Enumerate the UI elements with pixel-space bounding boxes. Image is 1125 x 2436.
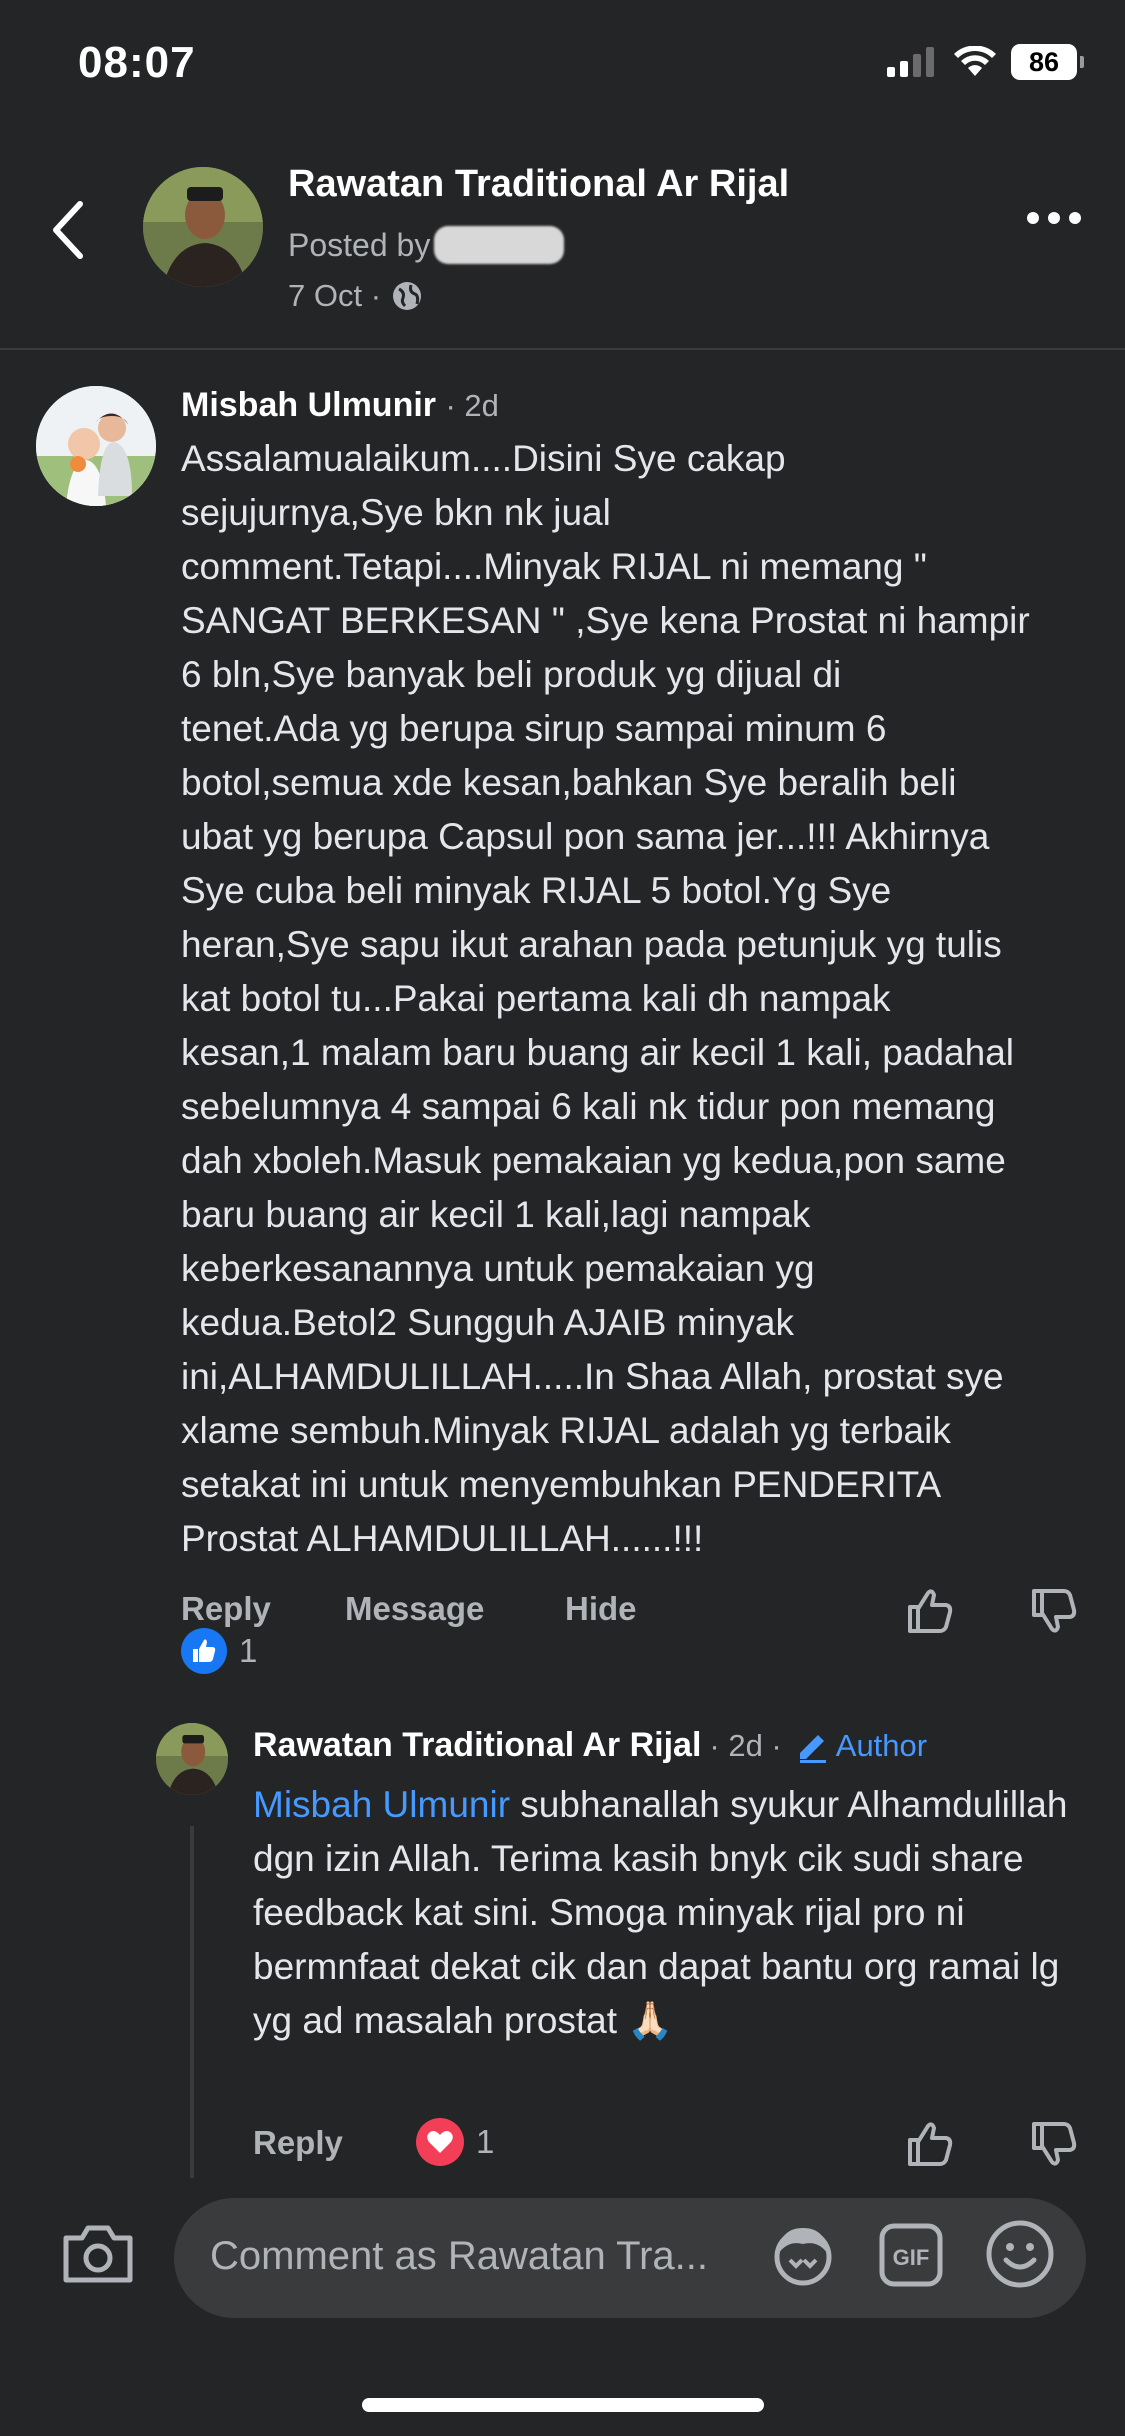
svg-text:GIF: GIF (893, 2245, 930, 2270)
reply-time: · 2d · (709, 1727, 782, 1763)
avatar-image (156, 1723, 228, 1795)
battery-icon: 86 (1011, 44, 1084, 80)
gif-icon: GIF (879, 2223, 943, 2287)
message-button[interactable]: Message (345, 1590, 484, 1628)
camera-button[interactable] (60, 2222, 136, 2291)
posted-by-label: Posted by (288, 226, 431, 263)
status-icons: 86 (887, 44, 1084, 80)
camera-icon (63, 2225, 133, 2283)
reply-avatar[interactable] (156, 1723, 228, 1795)
reaction-count: 1 (476, 2123, 495, 2160)
comment-time: · 2d (445, 388, 499, 423)
avatar-image (36, 386, 156, 506)
status-time: 08:07 (78, 38, 196, 87)
like-button[interactable] (904, 2118, 956, 2175)
dot-icon (1027, 212, 1039, 224)
back-button[interactable] (40, 190, 100, 270)
thread-line (190, 1826, 194, 2178)
emoji-button[interactable] (984, 2218, 1056, 2295)
hide-button[interactable]: Hide (565, 1590, 637, 1628)
avatar-sticker-button[interactable] (768, 2220, 838, 2295)
like-reaction-icon (181, 1628, 227, 1674)
pencil-icon (799, 1734, 826, 1763)
signal-icon (887, 47, 934, 77)
thumbs-down-icon (1032, 2122, 1077, 2166)
avatar-sticker-icon (774, 2228, 832, 2286)
dot-icon (1069, 212, 1081, 224)
comment-input-placeholder[interactable]: Comment as Rawatan Tra... (210, 2234, 708, 2279)
globe-icon (393, 282, 422, 310)
love-reaction-icon (416, 2118, 464, 2166)
reaction-summary[interactable]: 1 (181, 1628, 257, 1674)
dislike-button[interactable] (1028, 1585, 1080, 1642)
reply-button[interactable]: Reply (181, 1590, 271, 1628)
reply-header: Rawatan Traditional Ar Rijal · 2d · Auth… (253, 1726, 927, 1765)
commenter-avatar[interactable] (36, 386, 156, 506)
mention-link[interactable]: Misbah Ulmunir (253, 1784, 510, 1825)
home-indicator (362, 2398, 764, 2412)
comment-author-name[interactable]: Misbah Ulmunir (181, 386, 436, 424)
header-divider (0, 348, 1125, 350)
dot-icon (1048, 212, 1060, 224)
dislike-button[interactable] (1028, 2118, 1080, 2175)
wifi-icon (954, 46, 996, 76)
reply-author[interactable]: Rawatan Traditional Ar Rijal (253, 1726, 701, 1765)
smiley-icon (986, 2220, 1054, 2288)
more-options-button[interactable] (1027, 212, 1081, 224)
page-title[interactable]: Rawatan Traditional Ar Rijal (288, 163, 789, 206)
redacted-name (434, 226, 565, 264)
thumbs-down-icon (1032, 1589, 1077, 1633)
author-badge-label: Author (835, 1727, 928, 1763)
post-date: 7 Oct · (288, 278, 382, 313)
post-meta: 7 Oct · (288, 278, 423, 314)
thumbs-up-icon (908, 2122, 953, 2166)
gif-button[interactable]: GIF (878, 2220, 944, 2295)
posted-by: Posted by (288, 226, 565, 264)
comment-author[interactable]: Misbah Ulmunir · 2d (181, 386, 499, 425)
like-button[interactable] (904, 1585, 956, 1642)
chevron-left-icon (53, 201, 83, 259)
comment-text: Assalamualaikum....Disini Sye cakap seju… (181, 438, 1030, 1559)
avatar-image (143, 167, 263, 287)
author-badge: Author (796, 1728, 927, 1764)
reaction-summary[interactable]: 1 (416, 2118, 494, 2166)
thumbs-up-icon (908, 1589, 953, 1633)
reply-button[interactable]: Reply (253, 2124, 343, 2162)
page-avatar[interactable] (143, 167, 263, 287)
reply-text: Misbah Ulmunir subhanallah syukur Alhamd… (253, 1778, 1093, 2048)
reaction-count: 1 (239, 1632, 258, 1669)
